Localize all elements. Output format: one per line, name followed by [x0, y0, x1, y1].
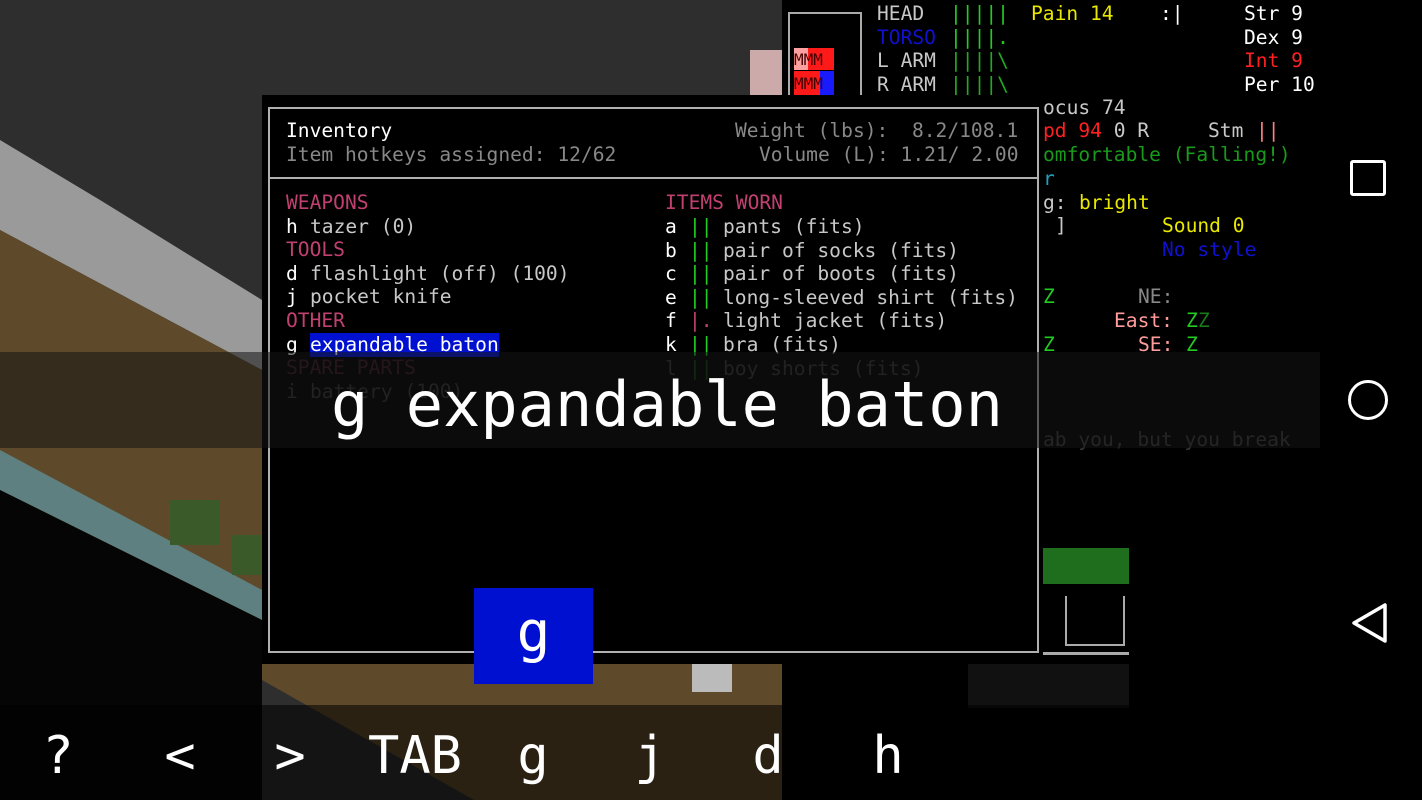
lighting-value: bright	[1079, 191, 1150, 214]
weight-readout: Weight (lbs): 8.2/108.1	[735, 119, 1019, 142]
item-hotkey[interactable]: e	[665, 286, 677, 310]
inventory-title: Inventory	[286, 119, 393, 142]
stat-value: Int 9	[1244, 49, 1303, 72]
body-part-label: R ARM	[877, 72, 936, 96]
sound-level: Sound 0	[1162, 214, 1245, 237]
body-part-label: L ARM	[877, 49, 936, 72]
category-items-worn: ITEMS WORN	[665, 191, 783, 214]
item-hotkey[interactable]: h	[286, 215, 298, 239]
category-header: OTHER	[286, 309, 345, 332]
compass-east-z: Z	[1198, 309, 1210, 332]
bush	[170, 500, 220, 545]
item-hotkey[interactable]: b	[665, 239, 677, 263]
status-line: r	[1043, 167, 1055, 190]
stat-value: Str 9	[1244, 2, 1303, 25]
condition-bar: ||	[689, 262, 713, 286]
volume-readout: Volume (L): 1.21/ 2.00	[759, 143, 1019, 166]
minimap[interactable]	[1043, 548, 1129, 658]
body-part-health-bar: |||||	[950, 2, 1009, 25]
back-button[interactable]	[1350, 602, 1390, 644]
item-hotkey[interactable]: j	[286, 285, 298, 309]
item-hotkey[interactable]: f	[665, 309, 677, 333]
body-glyphs: MMM	[794, 50, 823, 69]
worn-item[interactable]: pair of boots (fits)	[723, 262, 959, 286]
body-part-health-bar: ||||\	[950, 72, 1009, 96]
shortcut-key-h[interactable]: h	[833, 716, 943, 796]
bush	[232, 535, 262, 575]
focus: ocus 74	[1043, 96, 1126, 119]
player-character	[750, 50, 782, 95]
bracket: ]	[1055, 214, 1067, 237]
compass-east: East:	[1114, 309, 1173, 332]
shortcut-key-tab[interactable]: TAB	[360, 716, 470, 796]
condition-bar: |.	[689, 309, 713, 333]
selected-item-banner-text: g expandable baton	[331, 368, 1003, 441]
stamina-bar: ||	[1256, 119, 1280, 142]
body-part-health-bar: ||||\	[950, 49, 1009, 72]
category-header: WEAPONS	[286, 191, 369, 214]
body-glyphs: MMM	[794, 74, 823, 93]
stat-value: Per 10	[1244, 72, 1315, 96]
hotkeys-count: Item hotkeys assigned: 12/62	[286, 143, 617, 166]
compass-z: Z	[1043, 285, 1055, 308]
shortcut-key-g[interactable]: g	[478, 716, 588, 796]
inventory-item[interactable]: tazer (0)	[310, 215, 416, 239]
stat-value: Dex 9	[1244, 25, 1303, 49]
lighting-label: g:	[1043, 191, 1079, 214]
inventory-item[interactable]: pocket knife	[310, 285, 452, 309]
item-hotkey[interactable]: d	[286, 262, 298, 286]
body-part-label: HEAD	[877, 2, 925, 25]
temperature: omfortable (Falling!)	[1043, 143, 1291, 166]
recent-apps-button[interactable]	[1350, 160, 1386, 196]
shortcut-key-prev[interactable]: <	[125, 716, 235, 796]
pressed-key-indicator: g	[474, 588, 593, 684]
body-part-label: TORSO	[877, 25, 936, 49]
worn-item[interactable]: long-sleeved shirt (fits)	[723, 286, 1018, 310]
stamina-label: Stm	[1208, 119, 1244, 142]
body-part-health-bar: ||||.	[950, 25, 1009, 49]
condition-bar: ||	[689, 215, 713, 238]
inventory-divider	[268, 177, 1039, 179]
worn-item[interactable]: light jacket (fits)	[723, 309, 947, 333]
item-hotkey[interactable]: a	[665, 215, 677, 239]
worn-item[interactable]: pants (fits)	[723, 215, 865, 239]
category-header: TOOLS	[286, 238, 345, 262]
move-mode: 0 R	[1102, 119, 1150, 142]
condition-bar: ||	[689, 285, 713, 309]
martial-style: No style	[1162, 238, 1257, 261]
condition-bar: ||	[689, 238, 713, 262]
inventory-item[interactable]: flashlight (off) (100)	[310, 262, 570, 286]
mood-face: :|	[1160, 2, 1184, 25]
compass-east-z: Z	[1186, 309, 1198, 332]
shortcut-key-help[interactable]: ?	[3, 716, 113, 796]
compass-ne: NE:	[1138, 285, 1174, 308]
minimap-shadow	[968, 664, 1129, 708]
home-button[interactable]	[1348, 380, 1388, 420]
worn-item[interactable]: pair of socks (fits)	[723, 239, 959, 263]
back-triangle-icon	[1352, 603, 1387, 643]
pain-level: Pain 14	[1031, 2, 1114, 25]
shortcut-key-j[interactable]: j	[595, 716, 705, 796]
shortcut-key-next[interactable]: >	[235, 716, 345, 796]
robot-monster	[692, 664, 732, 692]
shortcut-key-d[interactable]: d	[713, 716, 823, 796]
body-figure: MMM MMM	[788, 12, 862, 96]
speed: pd 94	[1043, 119, 1102, 142]
item-hotkey[interactable]: c	[665, 262, 677, 286]
